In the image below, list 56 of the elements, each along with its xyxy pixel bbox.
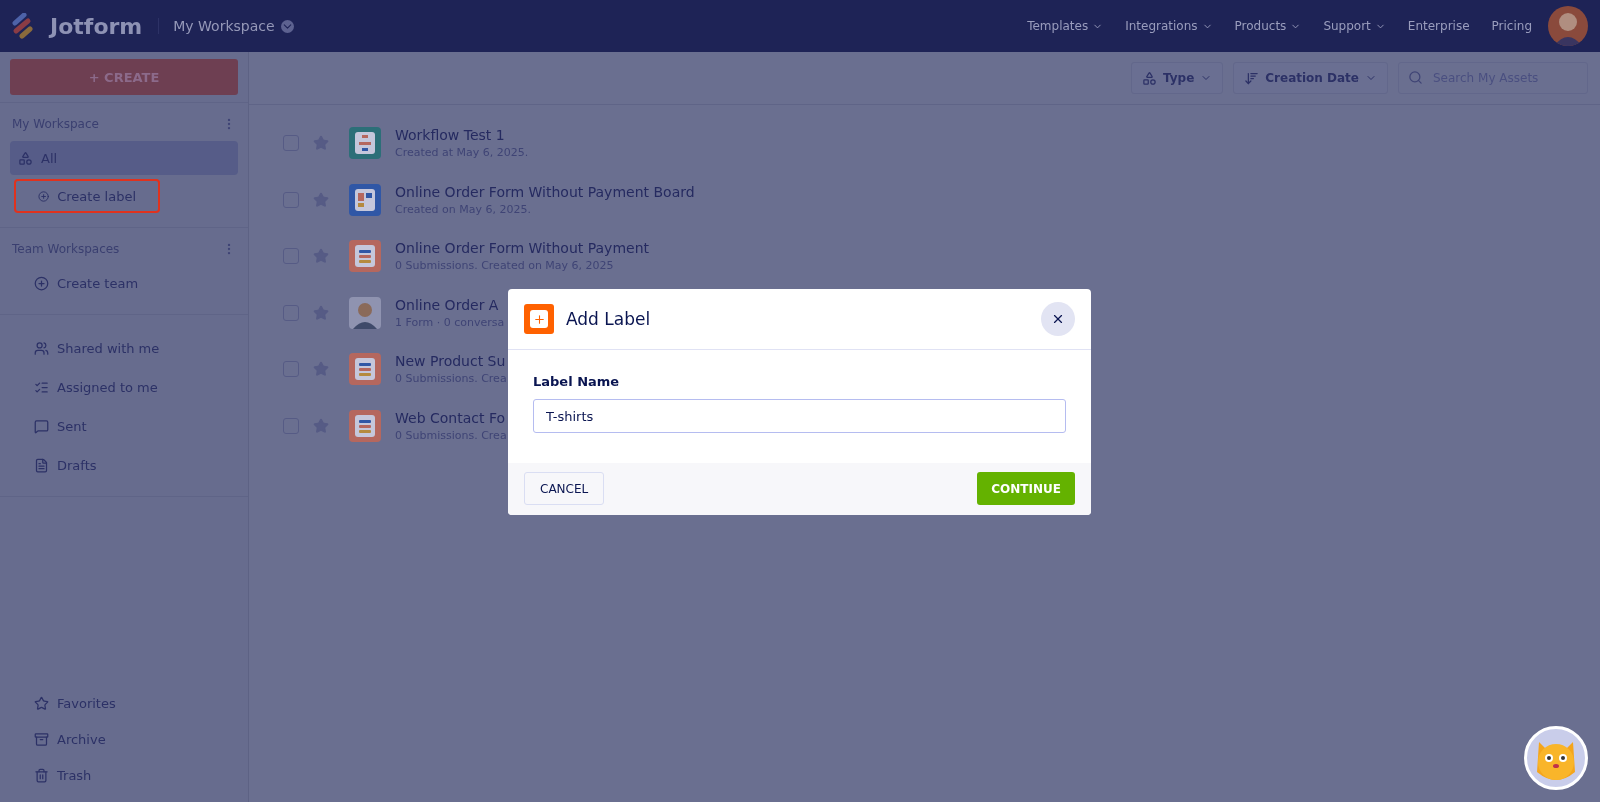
create-button[interactable]: + CREATE <box>10 59 238 95</box>
sort-icon <box>1244 70 1260 86</box>
message-icon <box>34 418 49 434</box>
cancel-button[interactable]: CANCEL <box>524 472 605 505</box>
sidebar-item[interactable]: Drafts <box>10 448 238 482</box>
workflow-icon <box>349 127 381 160</box>
sidebar-item[interactable]: Create team <box>10 266 238 300</box>
sidebar-item[interactable]: Shared with me <box>10 331 238 365</box>
shapes-icon <box>18 150 33 166</box>
close-icon <box>1051 312 1065 326</box>
asset-title[interactable]: New Product Su <box>395 353 507 370</box>
sidebar-item[interactable]: Assigned to me <box>10 370 238 404</box>
workspace-switcher[interactable]: My Workspace <box>158 18 294 34</box>
close-button[interactable] <box>1041 302 1075 336</box>
plus-circle-icon <box>34 275 49 291</box>
checklist-icon <box>34 379 49 395</box>
sidebar-item[interactable]: Trash <box>10 758 238 792</box>
form-icon <box>349 353 381 386</box>
trash-icon <box>34 767 49 783</box>
nav-link[interactable]: Enterprise <box>1407 19 1470 33</box>
dialog-title: Add Label <box>566 309 651 329</box>
asset-title[interactable]: Workflow Test 1 <box>395 127 529 144</box>
nav-link[interactable]: Support <box>1323 19 1386 33</box>
plus-circle-icon <box>38 188 50 204</box>
nav-link[interactable]: Integrations <box>1125 19 1213 33</box>
add-label-icon <box>524 304 554 334</box>
asset-title[interactable]: Online Order Form Without Payment <box>395 240 650 257</box>
archive-icon <box>34 731 49 747</box>
asset-title[interactable]: Online Order Form Without Payment Board <box>395 183 695 200</box>
form-icon <box>349 409 381 442</box>
sidebar-item[interactable]: Create label <box>14 179 160 213</box>
sidebar-item[interactable]: Sent <box>10 409 238 443</box>
nav-link[interactable]: Products <box>1234 19 1302 33</box>
sidebar-item[interactable]: Favorites <box>10 686 238 720</box>
nav-link[interactable]: Pricing <box>1491 19 1532 33</box>
sort-dropdown[interactable]: Creation Date <box>1233 62 1388 94</box>
board-icon <box>349 183 381 216</box>
shapes-icon <box>1141 70 1157 86</box>
nav-link[interactable]: Templates <box>1027 19 1104 33</box>
logo-icon <box>12 13 34 39</box>
form-icon <box>349 240 381 273</box>
star-icon <box>34 695 49 711</box>
person-avatar <box>349 296 381 329</box>
label-name-field[interactable]: T-shirts <box>533 399 1066 433</box>
people-icon <box>34 340 49 356</box>
continue-button[interactable]: CONTINUE <box>977 472 1075 505</box>
asset-title[interactable]: Online Order A <box>395 296 505 313</box>
document-icon <box>34 457 49 473</box>
user-avatar[interactable] <box>1548 6 1588 46</box>
asset-title[interactable]: Web Contact Fo <box>395 409 507 426</box>
search-icon <box>1408 70 1423 85</box>
sidebar-item[interactable]: Archive <box>10 722 238 756</box>
type-filter[interactable]: Type <box>1130 62 1224 94</box>
chevron-icon <box>280 19 294 33</box>
field-label: Label Name <box>533 374 621 389</box>
logo-text: Jotform <box>50 13 143 39</box>
